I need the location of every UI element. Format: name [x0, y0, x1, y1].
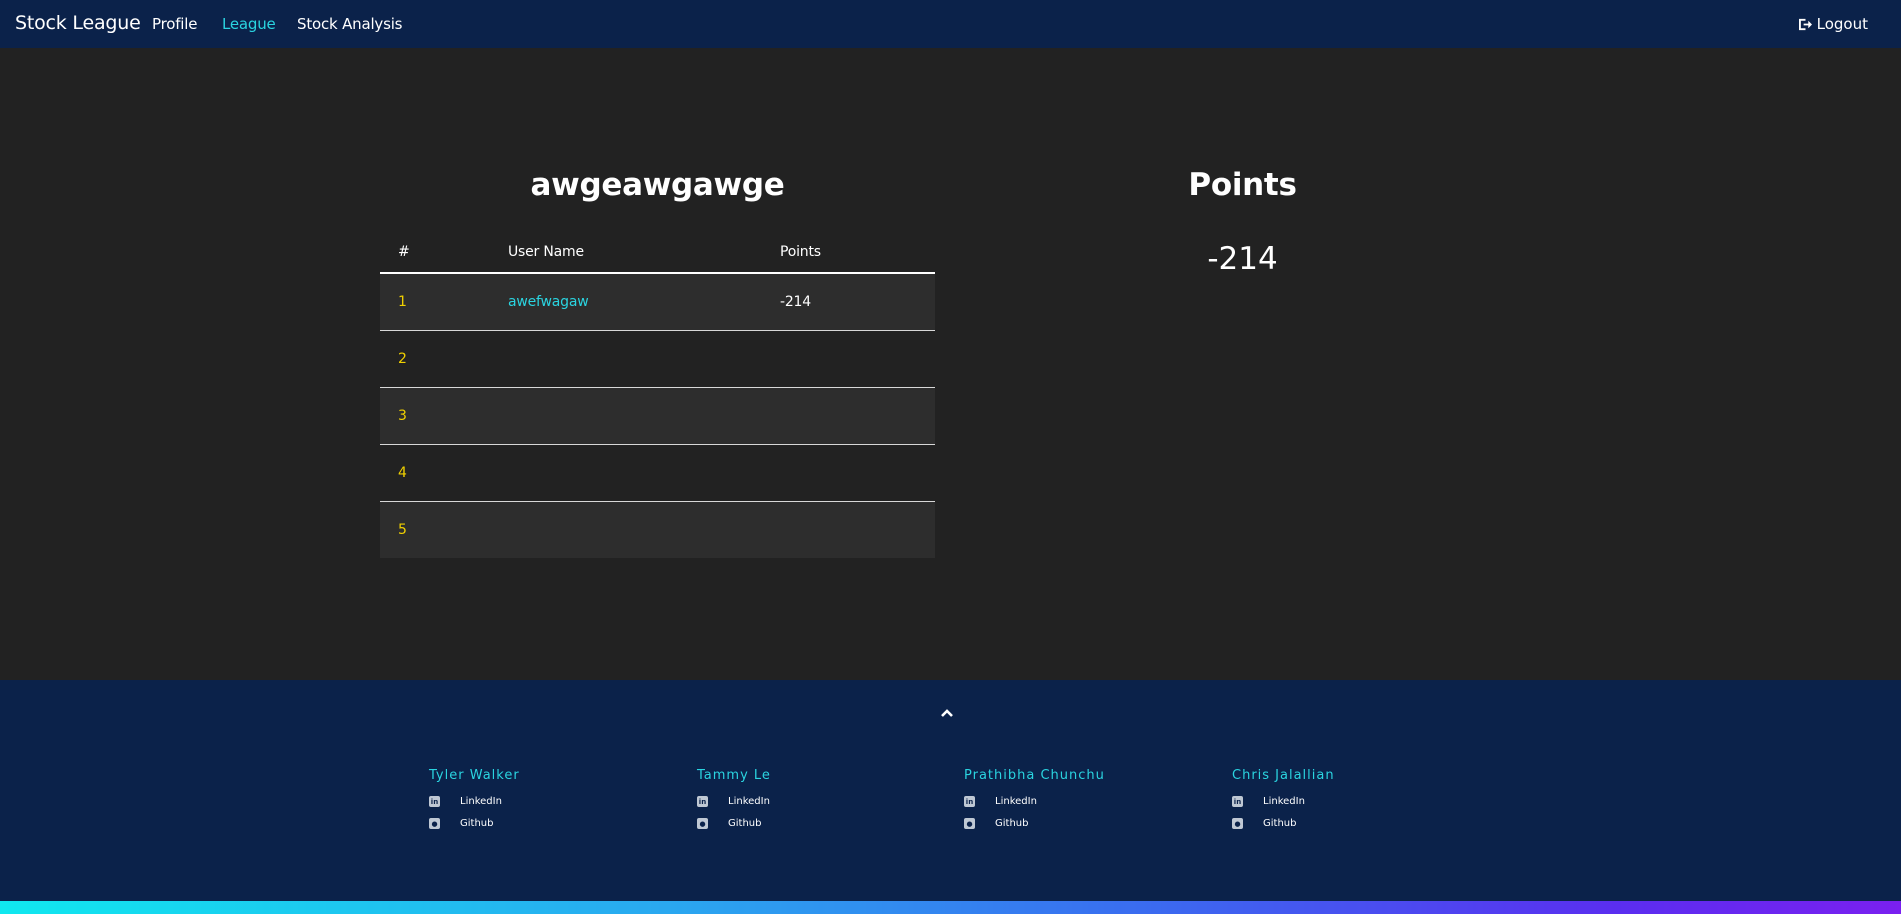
- github-link[interactable]: ● Github: [1232, 818, 1472, 829]
- linkedin-link[interactable]: in LinkedIn: [697, 796, 937, 807]
- navbar: Stock League Profile League Stock Analys…: [0, 0, 1901, 48]
- linkedin-link[interactable]: in LinkedIn: [1232, 796, 1472, 807]
- github-icon: ●: [964, 818, 975, 829]
- linkedin-icon: in: [964, 796, 975, 807]
- member-name: Prathibha Chunchu: [964, 768, 1105, 783]
- table-row: 2: [380, 329, 935, 387]
- points-cell: [762, 386, 935, 444]
- github-link[interactable]: ● Github: [964, 818, 1204, 829]
- rank-cell: 5: [380, 500, 490, 558]
- user-profile-link[interactable]: awefwagaw: [508, 294, 589, 310]
- team-member-prathibha-chunchu: Prathibha Chunchu in LinkedIn ● Github: [964, 768, 1204, 829]
- logout-label: Logout: [1816, 15, 1868, 33]
- member-name: Chris Jalallian: [1232, 768, 1335, 783]
- footer: Tyler Walker in LinkedIn ● Github Tammy …: [0, 680, 1901, 901]
- linkedin-label: LinkedIn: [460, 796, 502, 807]
- gradient-accent-bar: [0, 901, 1901, 914]
- brand-link[interactable]: Stock League: [15, 12, 141, 34]
- team-member-tyler-walker: Tyler Walker in LinkedIn ● Github: [429, 768, 669, 829]
- linkedin-icon: in: [697, 796, 708, 807]
- nav-link-profile[interactable]: Profile: [152, 15, 197, 33]
- team-member-chris-jalallian: Chris Jalallian in LinkedIn ● Github: [1232, 768, 1472, 829]
- league-standings-table: # User Name Points 1 awefwagaw -214 2 3: [380, 231, 935, 558]
- github-link[interactable]: ● Github: [697, 818, 937, 829]
- column-header-points: Points: [762, 231, 935, 274]
- nav-link-stock-analysis[interactable]: Stock Analysis: [297, 15, 402, 33]
- points-cell: [762, 443, 935, 501]
- main-content: awgeawgawge # User Name Points 1 awefwag…: [0, 48, 1901, 680]
- username-cell: [490, 500, 762, 558]
- member-name: Tammy Le: [697, 768, 771, 783]
- github-link[interactable]: ● Github: [429, 818, 669, 829]
- username-cell: [490, 386, 762, 444]
- table-row: 3: [380, 386, 935, 444]
- rank-cell: 2: [380, 329, 490, 387]
- github-icon: ●: [697, 818, 708, 829]
- logout-button[interactable]: Logout: [1798, 15, 1868, 33]
- table-row: 5: [380, 500, 935, 558]
- points-panel-title: Points: [1188, 167, 1297, 203]
- points-cell: -214: [762, 273, 935, 330]
- team-member-tammy-le: Tammy Le in LinkedIn ● Github: [697, 768, 937, 829]
- github-icon: ●: [429, 818, 440, 829]
- linkedin-label: LinkedIn: [728, 796, 770, 807]
- username-cell: awefwagaw: [490, 273, 762, 330]
- linkedin-label: LinkedIn: [995, 796, 1037, 807]
- member-name: Tyler Walker: [429, 768, 520, 783]
- github-label: Github: [1263, 818, 1297, 829]
- linkedin-icon: in: [1232, 796, 1243, 807]
- username-cell: [490, 443, 762, 501]
- rank-cell: 1: [380, 273, 490, 330]
- github-label: Github: [728, 818, 762, 829]
- chevron-up-icon[interactable]: [940, 706, 954, 720]
- nav-link-league[interactable]: League: [222, 15, 276, 33]
- linkedin-label: LinkedIn: [1263, 796, 1305, 807]
- table-row: 4: [380, 443, 935, 501]
- rank-cell: 3: [380, 386, 490, 444]
- sign-out-icon: [1798, 18, 1812, 30]
- github-label: Github: [460, 818, 494, 829]
- github-label: Github: [995, 818, 1029, 829]
- linkedin-link[interactable]: in LinkedIn: [429, 796, 669, 807]
- column-header-rank: #: [380, 231, 490, 274]
- linkedin-link[interactable]: in LinkedIn: [964, 796, 1204, 807]
- points-panel-value: -214: [1207, 241, 1278, 277]
- table-header-row: # User Name Points: [380, 231, 935, 274]
- table-row: 1 awefwagaw -214: [380, 273, 935, 330]
- rank-cell: 4: [380, 443, 490, 501]
- points-cell: [762, 500, 935, 558]
- username-cell: [490, 329, 762, 387]
- points-cell: [762, 329, 935, 387]
- linkedin-icon: in: [429, 796, 440, 807]
- league-title: awgeawgawge: [530, 167, 785, 203]
- github-icon: ●: [1232, 818, 1243, 829]
- column-header-username: User Name: [490, 231, 762, 274]
